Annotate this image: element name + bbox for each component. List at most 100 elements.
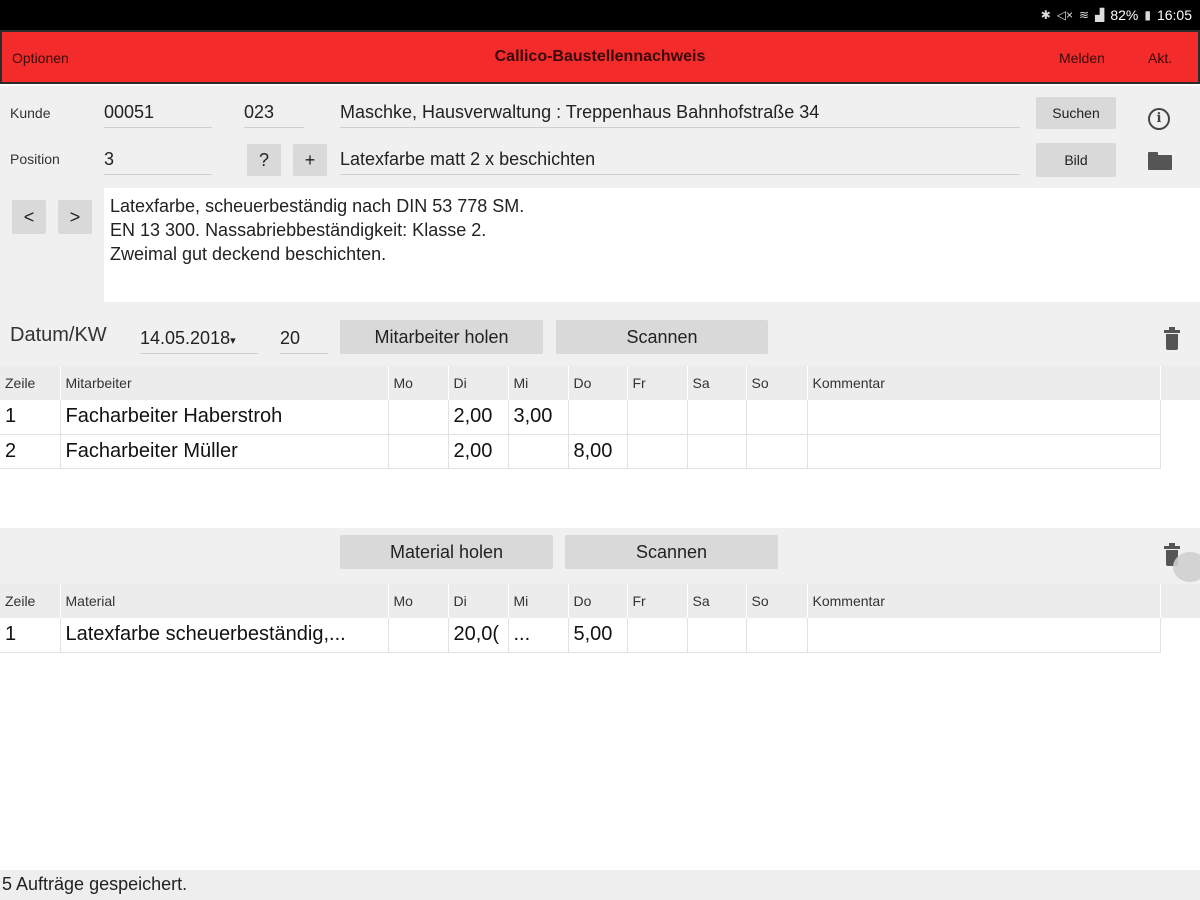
- column-header[interactable]: Mo: [388, 366, 449, 400]
- melden-button[interactable]: Melden: [1059, 50, 1105, 66]
- table-cell[interactable]: [627, 400, 688, 435]
- kunde-label: Kunde: [10, 105, 51, 121]
- column-header[interactable]: Material: [60, 584, 389, 618]
- description-line: Zweimal gut deckend beschichten.: [110, 244, 387, 264]
- column-header[interactable]: Do: [568, 366, 628, 400]
- fetch-material-button[interactable]: Material holen: [340, 535, 553, 569]
- table-cell[interactable]: 2: [0, 434, 61, 469]
- akt-button[interactable]: Akt.: [1148, 50, 1172, 66]
- bluetooth-icon: ✱: [1040, 8, 1051, 22]
- table-cell[interactable]: [746, 618, 808, 653]
- column-header[interactable]: So: [746, 366, 808, 400]
- delete-employee-icon[interactable]: [1164, 327, 1180, 350]
- column-header[interactable]: So: [746, 584, 808, 618]
- column-header[interactable]: Sa: [687, 584, 747, 618]
- material-toolbar: Material holen Scannen: [0, 528, 1200, 584]
- suchen-button[interactable]: Suchen: [1036, 97, 1116, 129]
- table-cell[interactable]: [746, 434, 808, 469]
- previous-position-button[interactable]: <: [12, 200, 46, 234]
- kunde-name-field[interactable]: Maschke, Hausverwaltung : Treppenhaus Ba…: [340, 102, 1020, 128]
- table-cell[interactable]: [388, 618, 449, 653]
- table-cell[interactable]: [388, 400, 449, 435]
- column-header[interactable]: Zeile: [0, 366, 61, 400]
- fetch-employees-button[interactable]: Mitarbeiter holen: [340, 320, 543, 354]
- grid-header-filler: [1160, 584, 1200, 618]
- table-row[interactable]: 1 Facharbeiter Haberstroh 2,00 3,00: [0, 400, 1161, 435]
- system-status-bar: ✱ ◁× ≋ ▟ 82% ▮ 16:05: [0, 0, 1200, 30]
- scan-material-button[interactable]: Scannen: [565, 535, 778, 569]
- table-cell[interactable]: Facharbeiter Müller: [60, 434, 389, 469]
- dropdown-arrow-icon: ▾: [230, 335, 236, 347]
- table-cell[interactable]: [627, 434, 688, 469]
- table-cell[interactable]: ...: [508, 618, 569, 653]
- column-header[interactable]: Mitarbeiter: [60, 366, 389, 400]
- employee-toolbar: Datum/KW 14.05.2018▾ 20 Mitarbeiter hole…: [0, 302, 1200, 368]
- next-position-button[interactable]: >: [58, 200, 92, 234]
- datum-kw-label: Datum/KW: [10, 324, 107, 346]
- position-number-field[interactable]: 3: [104, 149, 212, 175]
- status-message: 5 Aufträge gespeichert.: [0, 870, 1200, 900]
- column-header[interactable]: Zeile: [0, 584, 61, 618]
- order-header: Kunde 00051 023 Maschke, Hausverwaltung …: [0, 86, 1200, 302]
- week-field[interactable]: 20: [280, 328, 328, 354]
- description-line: EN 13 300. Nassabriebbeständigkeit: Klas…: [110, 220, 487, 240]
- column-header[interactable]: Kommentar: [807, 366, 1161, 400]
- column-header[interactable]: Di: [448, 584, 509, 618]
- table-cell[interactable]: [687, 618, 747, 653]
- table-cell[interactable]: 2,00: [448, 434, 509, 469]
- employee-table: Zeile Mitarbeiter Mo Di Mi Do Fr Sa So K…: [0, 366, 1161, 469]
- mute-icon: ◁×: [1056, 8, 1074, 22]
- table-cell[interactable]: [807, 400, 1161, 435]
- employee-table-header: Zeile Mitarbeiter Mo Di Mi Do Fr Sa So K…: [0, 366, 1161, 400]
- app-title: Callico-Baustellennachweis: [494, 48, 706, 65]
- column-header[interactable]: Do: [568, 584, 628, 618]
- table-cell[interactable]: [687, 434, 747, 469]
- column-header[interactable]: Mo: [388, 584, 449, 618]
- table-cell[interactable]: [568, 400, 628, 435]
- kunde-sub-field[interactable]: 023: [244, 102, 304, 128]
- table-cell[interactable]: 2,00: [448, 400, 509, 435]
- table-row[interactable]: 2 Facharbeiter Müller 2,00 8,00: [0, 434, 1161, 469]
- table-cell[interactable]: 1: [0, 618, 61, 653]
- signal-icon: ▟: [1095, 8, 1105, 22]
- folder-icon[interactable]: [1148, 152, 1172, 170]
- date-value: 14.05.2018: [140, 328, 231, 348]
- column-header[interactable]: Di: [448, 366, 509, 400]
- bild-button[interactable]: Bild: [1036, 143, 1116, 177]
- drag-handle[interactable]: [1173, 552, 1200, 582]
- add-position-button[interactable]: +: [293, 144, 327, 176]
- column-header[interactable]: Sa: [687, 366, 747, 400]
- table-cell[interactable]: [687, 400, 747, 435]
- table-cell[interactable]: [627, 618, 688, 653]
- table-cell[interactable]: 20,0(: [448, 618, 509, 653]
- scan-employees-button[interactable]: Scannen: [556, 320, 768, 354]
- info-icon[interactable]: i: [1148, 108, 1170, 130]
- table-cell[interactable]: Latexfarbe scheuerbeständig,...: [60, 618, 389, 653]
- material-table: Zeile Material Mo Di Mi Do Fr Sa So Komm…: [0, 584, 1161, 653]
- table-cell[interactable]: 5,00: [568, 618, 628, 653]
- column-header[interactable]: Kommentar: [807, 584, 1161, 618]
- column-header[interactable]: Mi: [508, 366, 569, 400]
- table-cell[interactable]: Facharbeiter Haberstroh: [60, 400, 389, 435]
- table-row[interactable]: 1 Latexfarbe scheuerbeständig,... 20,0( …: [0, 618, 1161, 653]
- position-description[interactable]: Latexfarbe, scheuerbeständig nach DIN 53…: [104, 188, 1200, 302]
- position-help-button[interactable]: ?: [247, 144, 281, 176]
- table-cell[interactable]: [746, 400, 808, 435]
- table-cell[interactable]: 8,00: [568, 434, 628, 469]
- position-text-field[interactable]: Latexfarbe matt 2 x beschichten: [340, 149, 1020, 175]
- column-header[interactable]: Fr: [627, 366, 688, 400]
- date-field[interactable]: 14.05.2018▾: [140, 328, 258, 354]
- table-cell[interactable]: 1: [0, 400, 61, 435]
- table-cell[interactable]: [807, 434, 1161, 469]
- table-cell[interactable]: [508, 434, 569, 469]
- position-label: Position: [10, 151, 60, 167]
- column-header[interactable]: Mi: [508, 584, 569, 618]
- app-bar: Optionen Callico-Baustellennachweis Meld…: [0, 30, 1200, 84]
- battery-icon: ▮: [1144, 8, 1151, 22]
- table-cell[interactable]: 3,00: [508, 400, 569, 435]
- kunde-number-field[interactable]: 00051: [104, 102, 212, 128]
- grid-header-filler: [1160, 366, 1200, 400]
- table-cell[interactable]: [807, 618, 1161, 653]
- column-header[interactable]: Fr: [627, 584, 688, 618]
- table-cell[interactable]: [388, 434, 449, 469]
